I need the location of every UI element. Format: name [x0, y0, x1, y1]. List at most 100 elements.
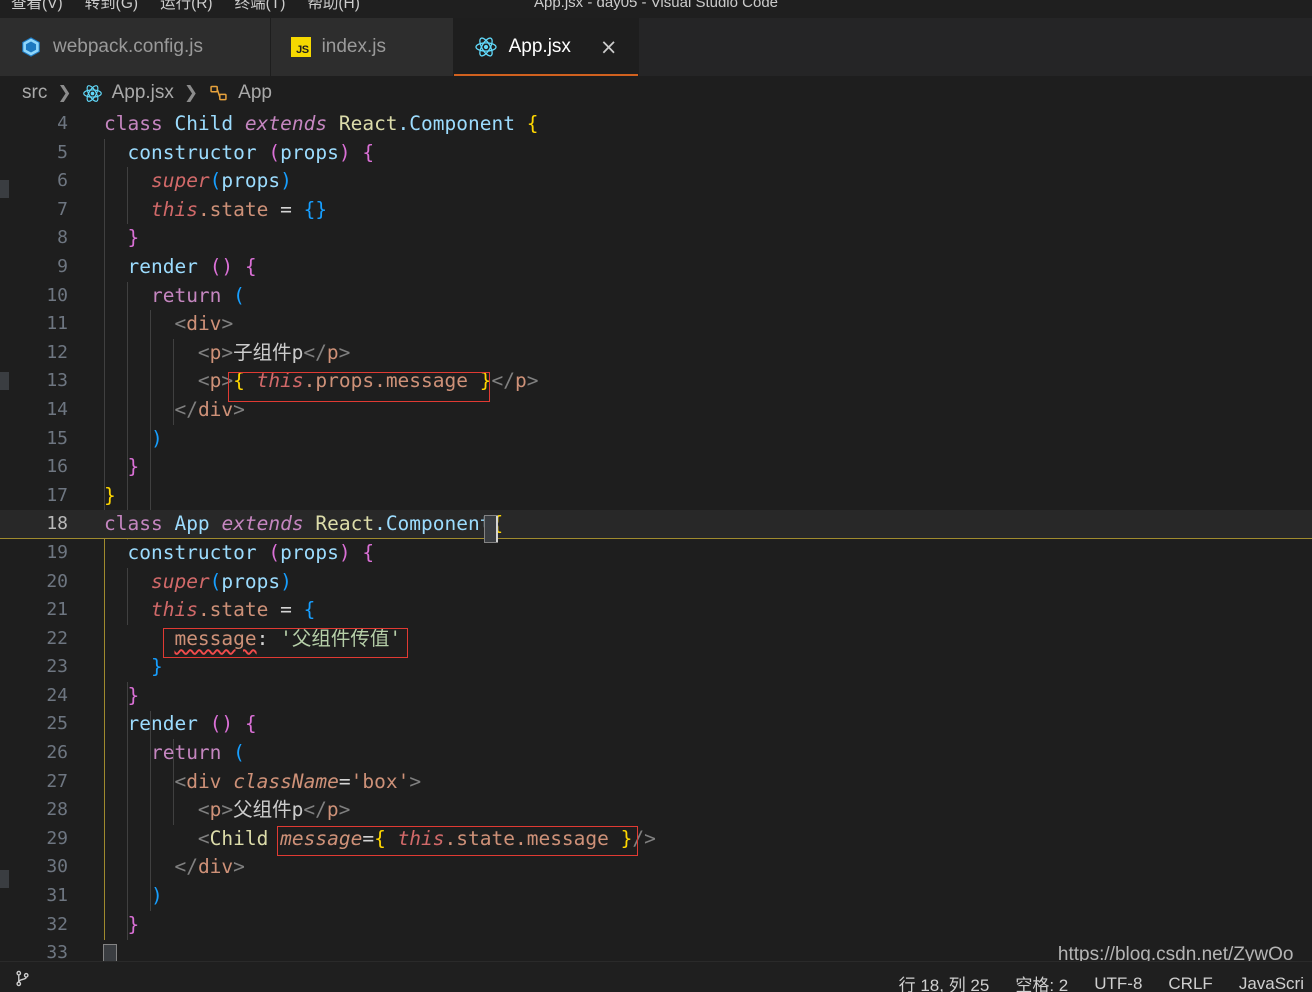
line-number: 12: [46, 341, 68, 363]
line-content: return (: [150, 741, 245, 765]
code-line[interactable]: 6 super(props): [0, 167, 1312, 196]
breadcrumb-item-app-symbol[interactable]: App: [208, 82, 272, 104]
code-line[interactable]: 15 ): [0, 425, 1312, 454]
line-content: <div>: [174, 312, 234, 336]
tab-label: webpack.config.js: [53, 36, 203, 57]
react-icon: [474, 35, 498, 59]
close-icon[interactable]: ×: [600, 36, 618, 58]
encoding-status[interactable]: UTF-8: [1094, 974, 1142, 992]
editor-tab-bar: webpack.config.js × JS index.js × App.js…: [0, 18, 1312, 76]
code-line[interactable]: 21 this.state = {: [0, 596, 1312, 625]
tab-index-js[interactable]: JS index.js ×: [270, 18, 454, 76]
line-content: <Child message={ this.state.message }/>: [197, 826, 656, 850]
code-line[interactable]: 30 </div>: [0, 853, 1312, 882]
breadcrumb-item-app-jsx[interactable]: App.jsx: [82, 82, 174, 104]
code-editor[interactable]: 4 class Child extends React.Component { …: [0, 110, 1312, 962]
breadcrumb-item-src[interactable]: src: [22, 82, 47, 104]
code-line[interactable]: 28 <p>父组件p</p>: [0, 796, 1312, 825]
eol-status[interactable]: CRLF: [1168, 974, 1212, 992]
code-line[interactable]: 31 ): [0, 882, 1312, 911]
webpack-icon: [20, 36, 42, 58]
code-line[interactable]: 12 <p>子组件p</p>: [0, 339, 1312, 368]
line-number: 19: [46, 541, 68, 563]
line-number: 10: [46, 284, 68, 306]
status-bar-left: [14, 970, 31, 987]
line-content: <div className='box'>: [174, 769, 422, 793]
tab-app-jsx[interactable]: App.jsx ×: [453, 18, 639, 76]
js-icon: JS: [290, 37, 311, 57]
source-control-branch-icon[interactable]: [14, 970, 31, 987]
line-content: <p>父组件p</p>: [197, 798, 351, 822]
code-lines[interactable]: 4 class Child extends React.Component { …: [0, 110, 1312, 962]
code-line[interactable]: 26 return (: [0, 739, 1312, 768]
line-number: 20: [46, 570, 68, 592]
code-line[interactable]: 9 render () {: [0, 253, 1312, 282]
code-line[interactable]: 10 return (: [0, 282, 1312, 311]
status-bar-right: 行 18, 列 25 空格: 2 UTF-8 CRLF JavaScri: [899, 971, 1304, 992]
bracket-match-highlight: [103, 944, 117, 962]
code-line[interactable]: 27 <div className='box'>: [0, 768, 1312, 797]
code-line[interactable]: 11 <div>: [0, 310, 1312, 339]
line-number: 32: [46, 913, 68, 935]
code-line[interactable]: 22 message: '父组件传值': [0, 625, 1312, 654]
breadcrumb-label: src: [22, 82, 48, 103]
breadcrumb-label: App.jsx: [111, 82, 174, 103]
tab-webpack-config-js[interactable]: webpack.config.js ×: [0, 18, 271, 76]
line-number: 29: [46, 827, 68, 849]
line-number: 4: [57, 113, 68, 134]
line-content: <p>{ this.props.message }</p>: [197, 369, 539, 393]
line-number: 7: [57, 198, 68, 220]
code-line[interactable]: 8 }: [0, 224, 1312, 253]
line-content: class App extends React.Component{: [104, 512, 503, 536]
line-content: super(props): [150, 169, 292, 193]
code-line[interactable]: 13 <p>{ this.props.message }</p>: [0, 367, 1312, 396]
code-line[interactable]: 29 <Child message={ this.state.message }…: [0, 825, 1312, 854]
line-number: 15: [46, 427, 68, 449]
line-content: return (: [150, 283, 245, 307]
line-number: 33: [46, 942, 68, 962]
indentation-status[interactable]: 空格: 2: [1015, 971, 1068, 992]
chevron-right-icon: ❯: [183, 83, 199, 103]
line-content: render () {: [127, 254, 257, 278]
line-content: render () {: [127, 712, 257, 736]
code-line-current[interactable]: 18 class App extends React.Component{: [0, 510, 1312, 539]
tab-label: index.js: [321, 36, 386, 57]
line-content: message: '父组件传值': [174, 626, 402, 650]
line-number: 18: [46, 513, 68, 535]
line-number: 8: [57, 227, 68, 249]
code-line[interactable]: 4 class Child extends React.Component {: [0, 110, 1312, 139]
language-mode-status[interactable]: JavaScri: [1239, 974, 1304, 992]
line-number: 14: [46, 398, 68, 420]
text-cursor: [496, 516, 498, 542]
code-line[interactable]: 23 }: [0, 653, 1312, 682]
line-content: super(props): [150, 569, 292, 593]
line-content: }: [150, 655, 163, 679]
code-line[interactable]: 5 constructor (props) {: [0, 139, 1312, 168]
title-bar: 查看(V) 转到(G) 运行(R) 终端(T) 帮助(H) App.jsx - …: [0, 0, 1312, 18]
code-line[interactable]: 25 render () {: [0, 710, 1312, 739]
line-number: 30: [46, 856, 68, 878]
line-number: 25: [46, 713, 68, 735]
code-line[interactable]: 7 this.state = {}: [0, 196, 1312, 225]
cursor-position-status[interactable]: 行 18, 列 25: [899, 971, 990, 992]
line-content: ): [150, 884, 163, 908]
line-content: this.state = {}: [150, 197, 328, 221]
line-number: 23: [46, 656, 68, 678]
line-number: 21: [46, 599, 68, 621]
class-symbol-icon: [208, 83, 229, 104]
code-line[interactable]: 16 }: [0, 453, 1312, 482]
line-number: 16: [46, 456, 68, 478]
line-number: 28: [46, 799, 68, 821]
code-line[interactable]: 20 super(props): [0, 568, 1312, 597]
react-icon: [82, 83, 103, 104]
chevron-right-icon: ❯: [57, 83, 72, 103]
line-content: <p>子组件p</p>: [197, 340, 351, 364]
code-line[interactable]: 24 }: [0, 682, 1312, 711]
line-number: 22: [46, 627, 68, 649]
code-line[interactable]: 19 constructor (props) {: [0, 539, 1312, 568]
code-line[interactable]: 17 }: [0, 482, 1312, 511]
code-line[interactable]: 14 </div>: [0, 396, 1312, 425]
line-content: this.state = {: [150, 598, 316, 622]
line-content: constructor (props) {: [127, 540, 375, 564]
code-line[interactable]: 32 }: [0, 911, 1312, 940]
